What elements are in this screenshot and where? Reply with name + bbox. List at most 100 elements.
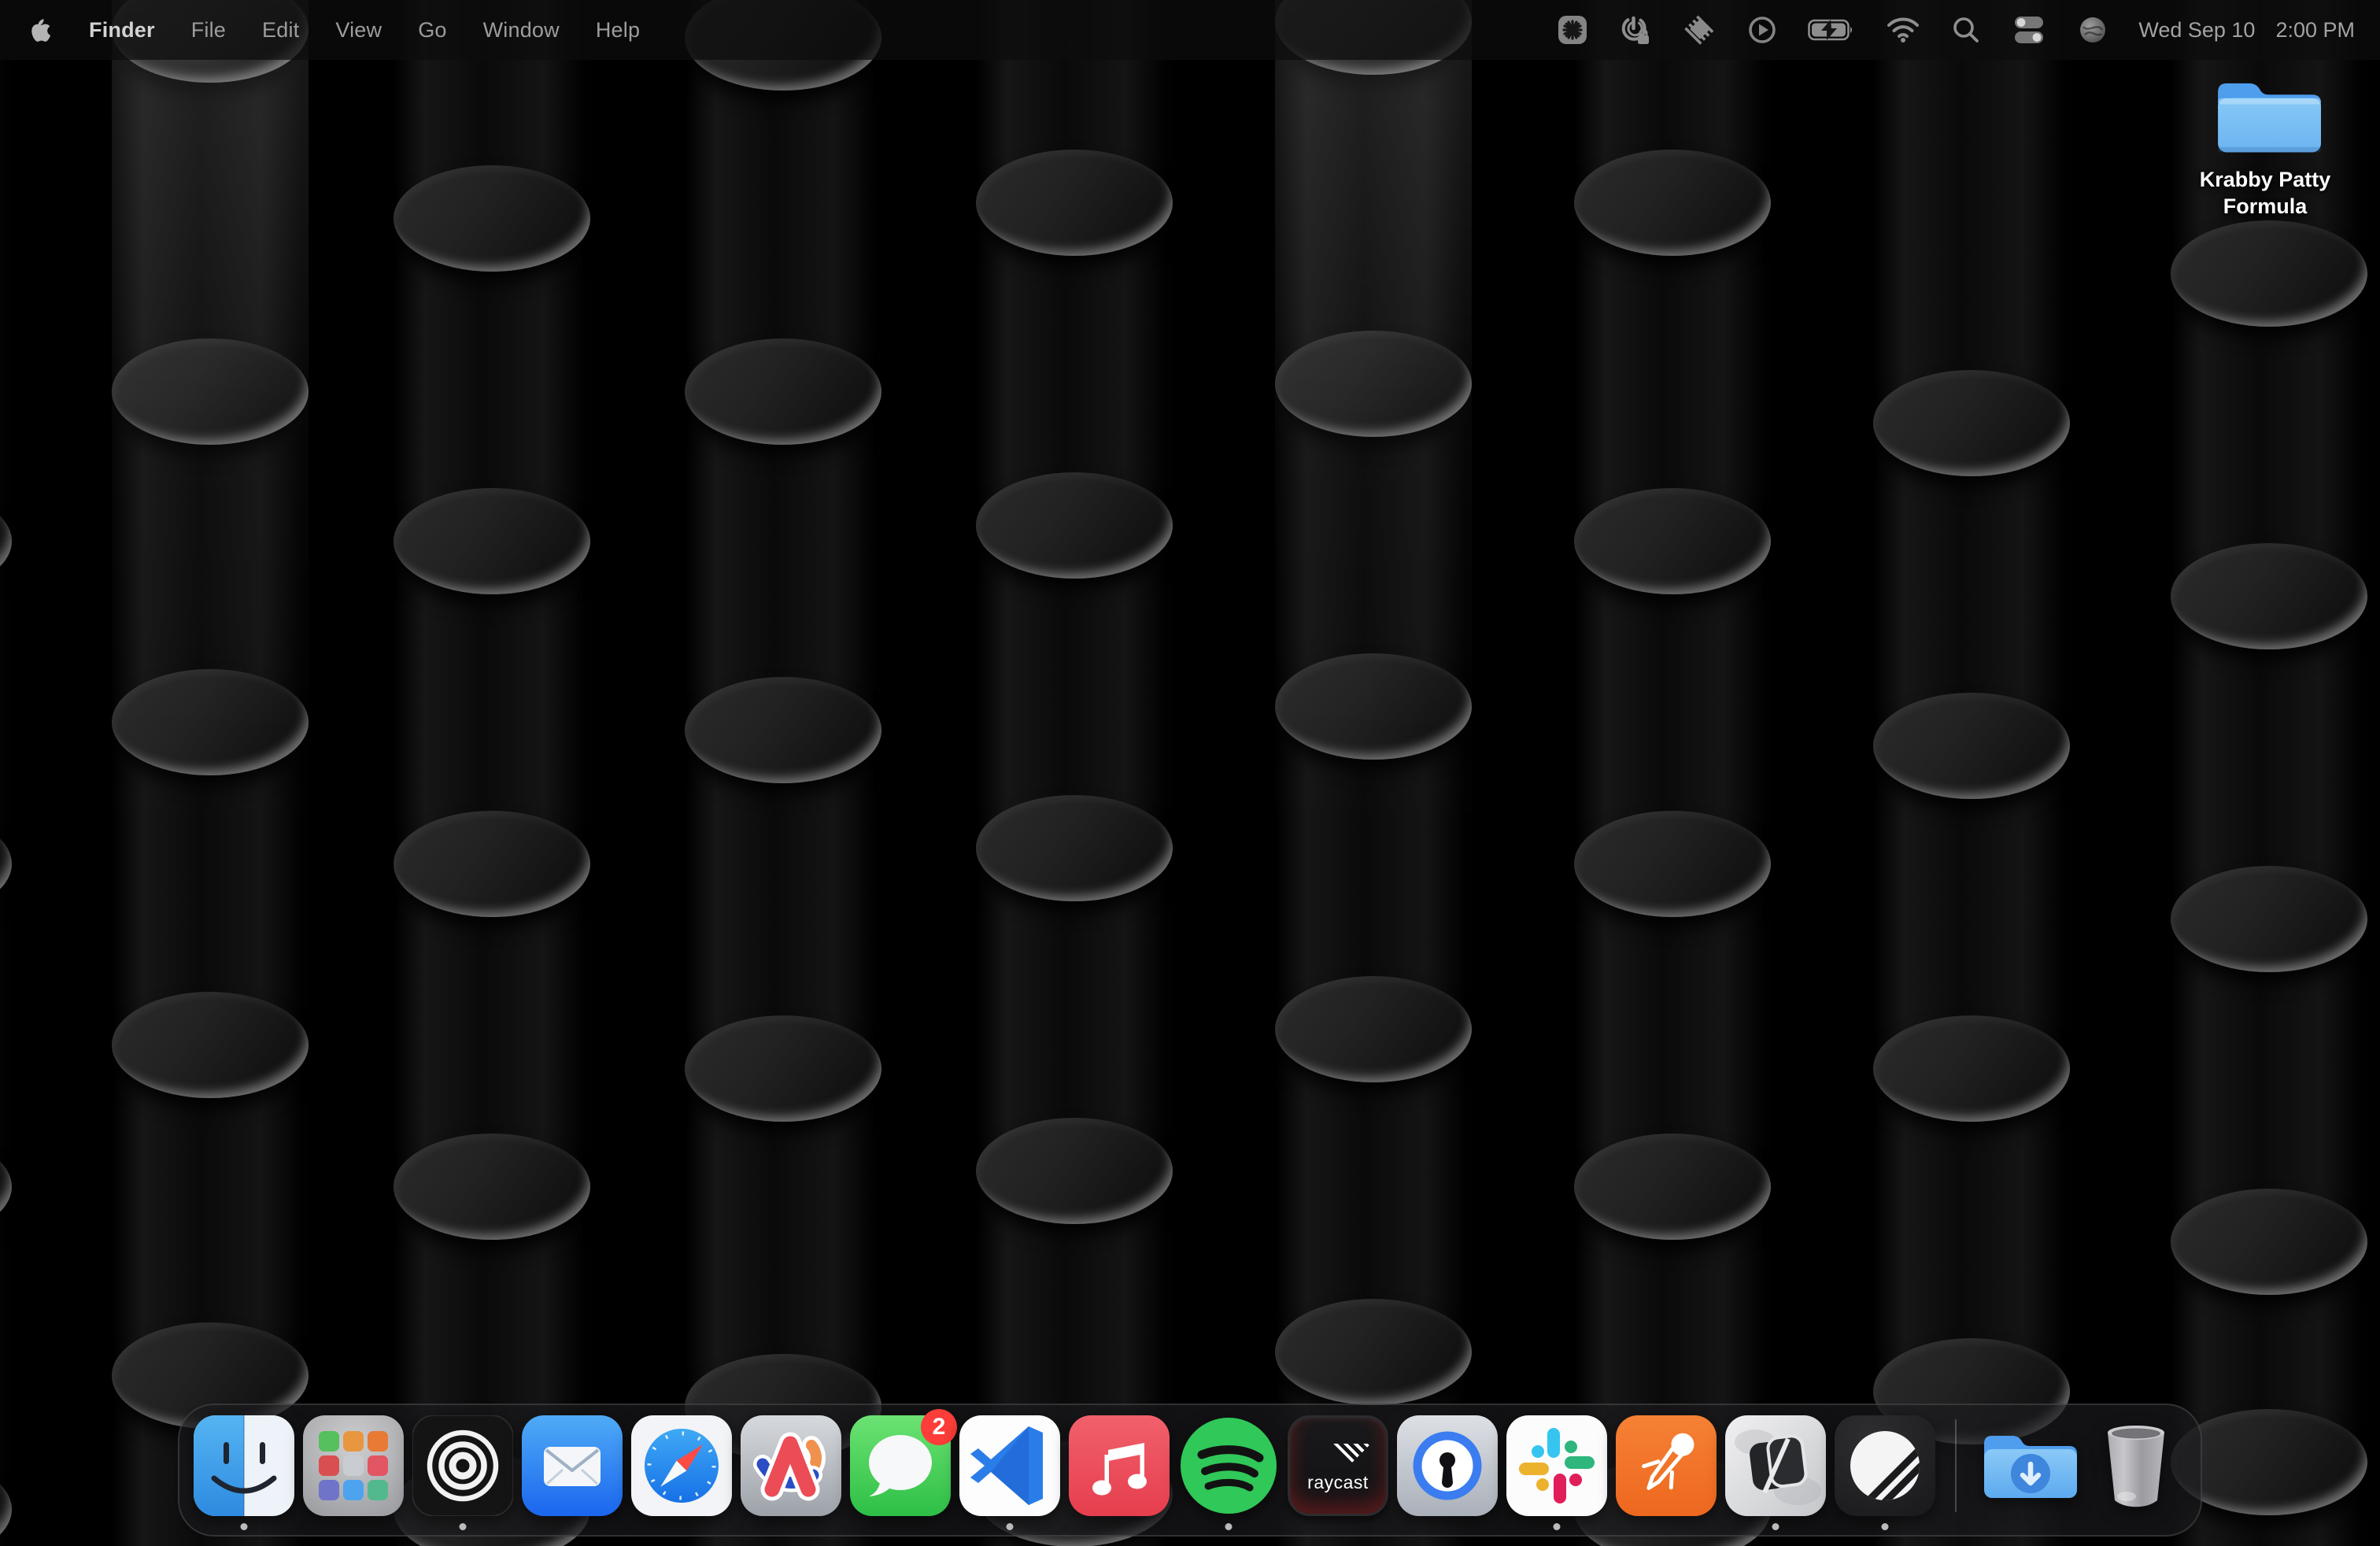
wallpaper-cylinder-cap (976, 150, 1173, 256)
wallpaper-cylinder-cap (1275, 653, 1472, 760)
notification-badge: 2 (921, 1409, 957, 1445)
wallpaper-cylinder-cap (394, 165, 590, 272)
wallpaper-cylinder-cap (0, 1134, 12, 1240)
spotlight-search-icon[interactable] (1949, 13, 1983, 47)
wifi-icon[interactable] (1885, 13, 1921, 47)
wallpaper-cylinder-column (685, 0, 881, 1546)
power-lock-status-icon[interactable] (1617, 13, 1654, 47)
dock-divider (1955, 1419, 1957, 1512)
wallpaper-cylinder-cap (1275, 1299, 1472, 1405)
wallpaper-cylinder-column (2171, 0, 2367, 1546)
wallpaper-cylinder-cap (0, 488, 12, 594)
wallpaper-cylinder-cap (1574, 488, 1771, 594)
linear-icon (1835, 1415, 1935, 1516)
apple-menu[interactable] (28, 17, 71, 43)
wallpaper-cylinder-cap (394, 488, 590, 594)
gray-cards-icon (1725, 1415, 1826, 1516)
spotify-icon (1178, 1415, 1279, 1516)
wallpaper-cylinder-cap (112, 669, 309, 775)
postman-icon (1616, 1415, 1717, 1516)
slack-icon (1506, 1415, 1607, 1516)
wallpaper-cylinder-cap (685, 677, 881, 783)
menu-bar: Finder File Edit View Go Window Help (0, 0, 2380, 60)
dock-item-1password[interactable] (1397, 1415, 1498, 1516)
wallpaper-cylinder-cap (1574, 1134, 1771, 1240)
wallpaper-cylinder-cap (2171, 866, 2367, 972)
menu-bar-clock[interactable]: Wed Sep 10 2:00 PM (2138, 18, 2355, 43)
menu-bar-time: 2:00 PM (2275, 18, 2355, 43)
wallpaper-cylinder-cap (0, 1456, 12, 1546)
wallpaper-cylinder-cap (976, 472, 1173, 579)
concentric-rings-icon (412, 1415, 513, 1516)
wallpaper-cylinder-column (394, 0, 590, 1546)
raycast-glyph-icon (1333, 1425, 1371, 1463)
siri-icon[interactable] (2075, 13, 2110, 47)
dock-item-raycast[interactable]: raycast (1288, 1415, 1388, 1516)
dock-item-launchpad[interactable] (303, 1415, 404, 1516)
running-indicator (460, 1523, 467, 1530)
running-indicator (1882, 1523, 1889, 1530)
wallpaper-cylinder-cap (2171, 543, 2367, 649)
starburst-app-status-icon[interactable] (1556, 13, 1589, 47)
dock-item-music[interactable] (1069, 1415, 1170, 1516)
vscode-icon (959, 1415, 1060, 1516)
menu-help[interactable]: Help (578, 18, 658, 43)
dock-item-slack[interactable] (1506, 1415, 1607, 1516)
wallpaper-cylinder-cap (112, 338, 309, 445)
wallpaper-cylinder-cap (1275, 331, 1472, 437)
trash-icon (2086, 1415, 2186, 1516)
wallpaper-cylinder-cap (976, 795, 1173, 901)
dock-item-gray-cards[interactable] (1725, 1415, 1826, 1516)
play-circle-status-icon[interactable] (1745, 13, 1779, 47)
wallpaper-cylinder-cap (685, 1015, 881, 1122)
raycast-icon: raycast (1288, 1415, 1388, 1516)
dock-item-mail[interactable] (522, 1415, 623, 1516)
wallpaper-cylinder-cap (2171, 220, 2367, 327)
menu-go[interactable]: Go (400, 18, 464, 43)
wallpaper-cylinder-column (1873, 0, 2070, 1546)
wallpaper-cylinder-cap (1574, 811, 1771, 917)
folder-icon (2209, 72, 2321, 161)
menu-window[interactable]: Window (465, 18, 578, 43)
wallpaper-cylinder-cap (1873, 1015, 2070, 1122)
wallpaper-cylinder-column (1574, 0, 1771, 1546)
mail-icon (522, 1415, 623, 1516)
running-indicator (1772, 1523, 1779, 1530)
running-indicator (1225, 1523, 1232, 1530)
launchpad-icon (303, 1415, 404, 1516)
control-center-icon[interactable] (2011, 13, 2047, 47)
menu-view[interactable]: View (317, 18, 400, 43)
wallpaper-cylinder-cap (1275, 976, 1472, 1082)
dock-item-arc[interactable] (741, 1415, 841, 1516)
running-indicator (1007, 1523, 1014, 1530)
dock-item-rings-app[interactable] (412, 1415, 513, 1516)
menu-file[interactable]: File (173, 18, 244, 43)
running-indicator (241, 1523, 248, 1530)
raycast-stripes-status-icon[interactable] (1682, 13, 1717, 47)
menu-finder[interactable]: Finder (71, 18, 173, 43)
wallpaper-cylinder-cap (976, 1118, 1173, 1224)
finder-icon (194, 1415, 294, 1516)
dock-item-linear[interactable] (1835, 1415, 1935, 1516)
dock: 2 (178, 1404, 2202, 1537)
menu-edit[interactable]: Edit (244, 18, 317, 43)
wallpaper-cylinder-cap (685, 338, 881, 445)
wallpaper-cylinder-cap (2171, 1189, 2367, 1295)
dock-item-spotify[interactable] (1178, 1415, 1279, 1516)
dock-item-trash[interactable] (2086, 1415, 2186, 1516)
wallpaper (0, 0, 2380, 1546)
dock-item-downloads[interactable] (1976, 1415, 2077, 1516)
dock-item-finder[interactable] (194, 1415, 294, 1516)
wallpaper-cylinder-cap (112, 992, 309, 1098)
battery-icon[interactable] (1808, 13, 1857, 47)
dock-item-messages[interactable]: 2 (850, 1415, 951, 1516)
dock-item-vscode[interactable] (959, 1415, 1060, 1516)
desktop-folder-krabby-patty[interactable]: Krabby Patty Formula (2183, 72, 2347, 220)
dock-item-safari[interactable] (631, 1415, 732, 1516)
dock-item-postman[interactable] (1616, 1415, 1717, 1516)
wallpaper-cylinder-column (112, 0, 309, 1546)
downloads-folder-icon (1976, 1415, 2077, 1516)
safari-icon (631, 1415, 732, 1516)
running-indicator (1554, 1523, 1561, 1530)
apple-logo-icon (30, 17, 54, 43)
